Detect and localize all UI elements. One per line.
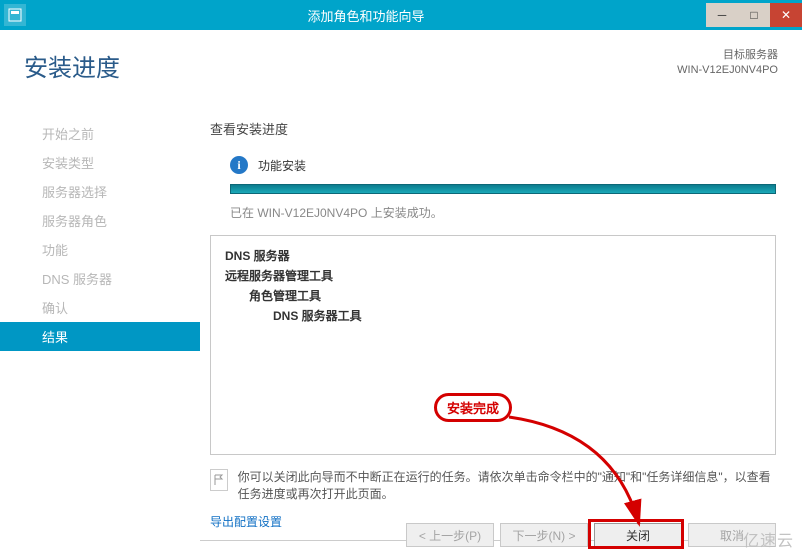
detail-dns-server: DNS 服务器 [225,246,761,266]
progress-subtitle: 查看安装进度 [210,119,776,138]
note-text: 你可以关闭此向导而不中断正在运行的任务。请依次单击命令栏中的"通知"和"任务详细… [238,469,776,503]
target-server-value: WIN-V12EJ0NV4PO [677,63,778,78]
maximize-button[interactable]: □ [738,3,770,27]
watermark: 亿速云 [743,527,794,551]
export-config-link[interactable]: 导出配置设置 [210,513,282,530]
wizard-sidebar: 开始之前 安装类型 服务器选择 服务器角色 功能 DNS 服务器 确认 结果 [0,89,200,530]
sidebar-item-server-roles: 服务器角色 [0,206,200,235]
progress-bar [230,184,776,194]
flag-icon [210,469,228,491]
sidebar-item-features: 功能 [0,235,200,264]
sidebar-item-confirmation: 确认 [0,293,200,322]
window-titlebar: 添加角色和功能向导 ─ □ ✕ [0,0,802,30]
success-message: 已在 WIN-V12EJ0NV4PO 上安装成功。 [230,204,776,221]
results-detail-box: DNS 服务器 远程服务器管理工具 角色管理工具 DNS 服务器工具 [210,235,776,455]
next-button: 下一步(N) > [500,523,588,547]
close-window-button[interactable]: ✕ [770,3,802,27]
info-icon: i [230,156,248,174]
sidebar-item-server-selection: 服务器选择 [0,177,200,206]
target-server-label: 目标服务器 [677,48,778,63]
window-title: 添加角色和功能向导 [26,6,706,25]
annotation-install-complete: 安装完成 [434,393,512,422]
sidebar-item-before-you-begin: 开始之前 [0,119,200,148]
sidebar-item-installation-type: 安装类型 [0,148,200,177]
close-button[interactable]: 关闭 [594,523,682,547]
sidebar-item-results: 结果 [0,322,200,351]
previous-button: < 上一步(P) [406,523,494,547]
detail-dns-tools: DNS 服务器工具 [273,306,761,326]
detail-remote-tools: 远程服务器管理工具 [225,266,761,286]
status-text: 功能安装 [258,157,306,174]
minimize-button[interactable]: ─ [706,3,738,27]
target-server-box: 目标服务器 WIN-V12EJ0NV4PO [677,48,778,78]
main-panel: 查看安装进度 i 功能安装 已在 WIN-V12EJ0NV4PO 上安装成功。 … [200,89,802,530]
sidebar-item-dns-server: DNS 服务器 [0,264,200,293]
page-title: 安装进度 [24,48,120,83]
detail-role-tools: 角色管理工具 [249,286,761,306]
app-icon [4,4,26,26]
